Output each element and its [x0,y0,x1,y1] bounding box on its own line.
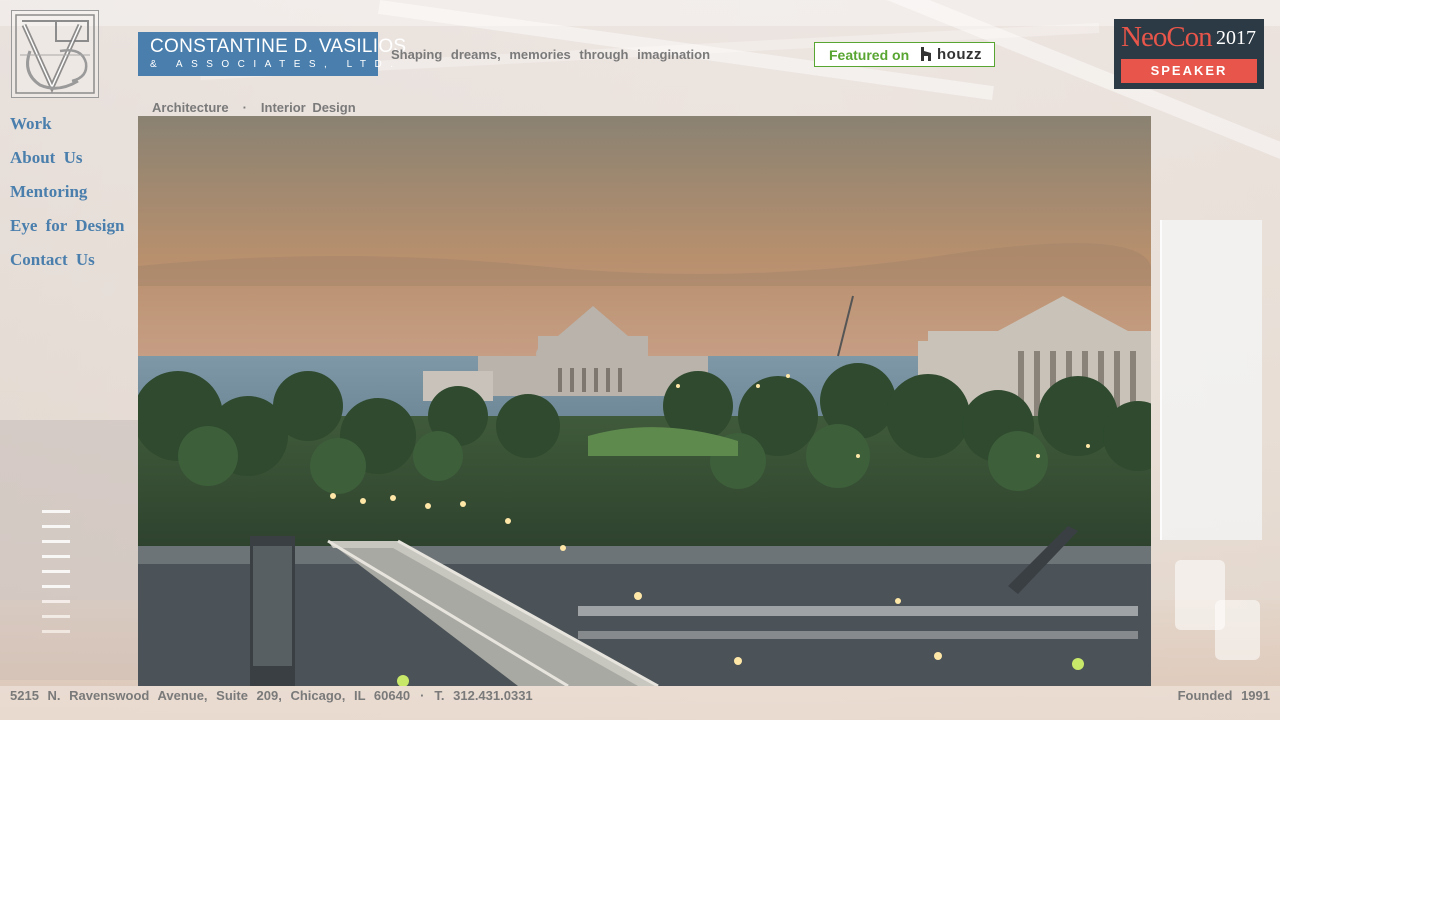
footer-founded: Founded 1991 [1177,688,1270,703]
service-interior-design: Interior Design [260,100,356,115]
nav-link-work[interactable]: Work [10,114,52,133]
cabinet-drawer [42,525,70,528]
tagline: Shaping dreams, memories through imagina… [391,47,711,62]
background-window [1160,220,1262,540]
nav-link-mentoring[interactable]: Mentoring [10,182,87,201]
neocon-speaker-badge[interactable]: NeoCon 2017 SPEAKER [1114,19,1264,89]
nav-item-mentoring: Mentoring [10,182,124,216]
cabinet-drawer [42,555,70,558]
houzz-wordmark: houzz [937,46,982,63]
ceiling-beam [0,0,1280,26]
footer-separator: · [420,688,425,703]
nav-link-eye-for-design[interactable]: Eye for Design [10,216,124,235]
background-chair [1215,600,1260,660]
main-nav: Work About Us Mentoring Eye for Design C… [10,114,124,284]
nav-item-eye-for-design: Eye for Design [10,216,124,250]
footer-phone[interactable]: T. 312.431.0331 [434,688,532,703]
footer-address-line: 5215 N. Ravenswood Avenue, Suite 209, Ch… [10,688,533,703]
neocon-role: SPEAKER [1121,59,1257,83]
brand-name: CONSTANTINE D. VASILIOS [150,36,407,57]
nav-item-about-us: About Us [10,148,124,182]
cdv-monogram-logo[interactable] [11,10,99,98]
cabinet-drawer [42,540,70,543]
cabinet-drawer [42,585,70,588]
cabinet-drawer [42,510,70,513]
nav-link-contact-us[interactable]: Contact Us [10,250,95,269]
chicago-museum-campus-photo [138,116,1151,686]
service-architecture: Architecture [152,100,229,115]
services-line: Architecture · Interior Design [152,100,356,115]
neocon-name: NeoCon [1121,21,1213,53]
cabinet-drawer [42,570,70,573]
neocon-year: 2017 [1216,27,1256,49]
nav-item-work: Work [10,114,124,148]
nav-link-about-us[interactable]: About Us [10,148,83,167]
houzz-badge-link[interactable]: Featured on houzz [814,42,995,67]
cdv-monogram-icon [15,14,95,94]
brand-subtitle: & ASSOCIATES, LTD. [150,59,402,70]
footer-address: 5215 N. Ravenswood Avenue, Suite 209, Ch… [10,688,411,703]
hero-photo [138,116,1151,686]
brand-banner[interactable]: CONSTANTINE D. VASILIOS & ASSOCIATES, LT… [138,32,406,76]
nav-item-contact-us: Contact Us [10,250,124,284]
service-separator: · [242,100,247,115]
houzz-featured-text: Featured on [829,47,910,63]
houzz-h-icon [921,47,931,61]
